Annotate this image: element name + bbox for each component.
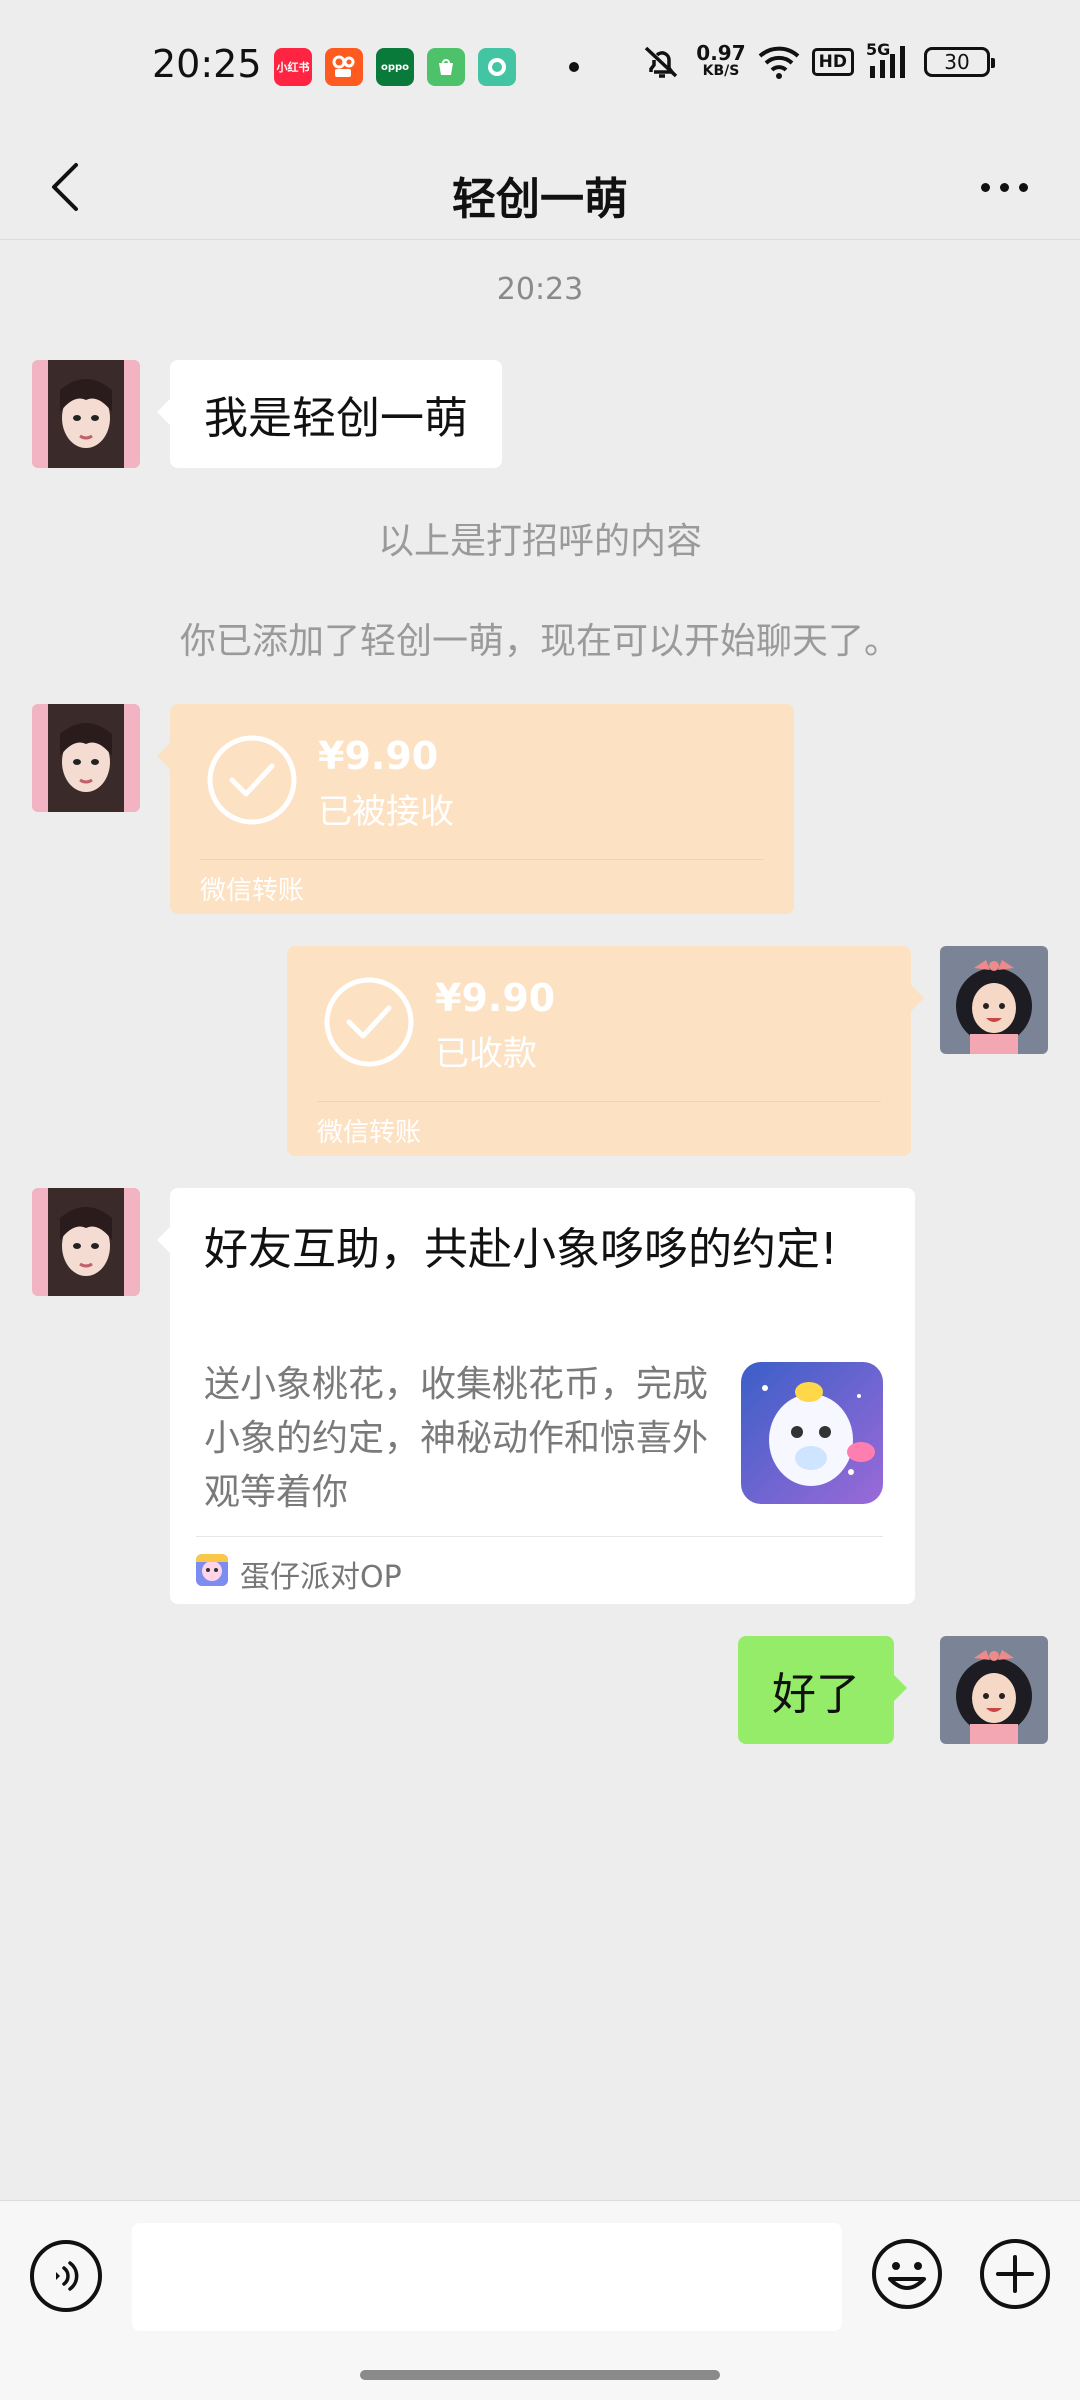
- transfer-amount: ¥9.90: [318, 734, 439, 778]
- battery-level: 30: [944, 50, 970, 74]
- voice-input-button[interactable]: [30, 2240, 102, 2312]
- my-avatar[interactable]: [940, 1636, 1048, 1744]
- kuaishou-icon: [325, 48, 363, 86]
- signal-icon: 5G: [866, 40, 912, 80]
- transfer-amount: ¥9.90: [435, 976, 556, 1020]
- transfer-source: 微信转账: [317, 1118, 422, 1148]
- xiaohongshu-icon: 小红书: [274, 48, 312, 86]
- bubble-tail: [157, 742, 171, 770]
- voice-icon: [56, 2261, 79, 2291]
- bubble-tail: [157, 1226, 171, 1254]
- card-title: 好友互助，共赴小象哆哆的约定!: [204, 1224, 838, 1275]
- wifi-icon: [758, 46, 800, 79]
- plus-icon: [980, 2239, 1050, 2309]
- message-text: 好了: [772, 1669, 860, 1720]
- network-speed: 0.97 KB/S: [696, 41, 746, 80]
- smiley-icon: [872, 2239, 942, 2309]
- status-bar: 20:25 小红书 oppo 0.97 KB/S HD 5G 30: [0, 0, 1080, 135]
- card-thumbnail: [741, 1362, 883, 1504]
- received-text-bubble[interactable]: 我是轻创一萌: [157, 360, 502, 468]
- card-divider: [317, 1101, 881, 1102]
- speed-unit: KB/S: [702, 63, 740, 79]
- transfer-source: 微信转账: [200, 876, 305, 906]
- sent-text-bubble[interactable]: 好了: [738, 1636, 907, 1744]
- status-time: 20:25: [152, 42, 262, 86]
- mini-program-icon: [196, 1554, 228, 1586]
- hd-badge: HD: [811, 48, 854, 76]
- card-divider: [196, 1536, 883, 1537]
- emoji-button[interactable]: [870, 2237, 944, 2311]
- chat-title: 轻创一萌: [452, 174, 628, 225]
- card-divider: [200, 859, 764, 860]
- check-circle-icon: [324, 977, 414, 1067]
- more-options-button[interactable]: [954, 147, 1054, 227]
- message-timestamp: 20:23: [496, 272, 584, 307]
- contact-avatar[interactable]: [32, 704, 140, 812]
- more-dot: [980, 182, 990, 192]
- more-dot: [1018, 182, 1028, 192]
- mute-icon: [645, 46, 678, 78]
- card-description: 送小象桃花，收集桃花币，完成小象的约定，神秘动作和惊喜外观等着你: [204, 1364, 709, 1513]
- bubble-tail: [893, 1674, 907, 1702]
- bubble-tail: [157, 398, 171, 426]
- store-icon: [427, 48, 465, 86]
- mini-program-share-card[interactable]: 好友互助，共赴小象哆哆的约定! 送小象桃花，收集桃花币，完成小象的约定，神秘动作…: [157, 1188, 915, 1604]
- battery-icon: 30: [924, 47, 995, 77]
- home-indicator[interactable]: [360, 2370, 720, 2380]
- more-functions-button[interactable]: [978, 2237, 1052, 2311]
- transfer-status: 已收款: [435, 1034, 537, 1074]
- more-dot: [999, 182, 1009, 192]
- transfer-card-sent[interactable]: ¥9.90 已收款 微信转账: [287, 946, 924, 1156]
- my-avatar[interactable]: [940, 946, 1048, 1054]
- bubble-tail: [910, 984, 924, 1012]
- message-text: 我是轻创一萌: [204, 393, 468, 444]
- oppo-icon: oppo: [376, 48, 414, 86]
- system-indicators: 0.97 KB/S HD 5G 30: [640, 40, 995, 82]
- system-note-friend-added: 你已添加了轻创一萌，现在可以开始聊天了。: [179, 621, 900, 662]
- contact-avatar[interactable]: [32, 1188, 140, 1296]
- notification-icons: 小红书 oppo: [274, 48, 579, 86]
- system-note-greeting: 以上是打招呼的内容: [377, 521, 702, 562]
- check-circle-icon: [207, 735, 297, 825]
- camera-app-icon: [478, 48, 516, 86]
- more-notifications-dot: [569, 62, 579, 72]
- speed-value: 0.97: [696, 41, 746, 65]
- transfer-card-received[interactable]: ¥9.90 已被接收 微信转账: [157, 704, 794, 914]
- transfer-status: 已被接收: [318, 792, 454, 832]
- contact-avatar[interactable]: [32, 360, 140, 468]
- chat-header: 轻创一萌: [0, 135, 1080, 240]
- mini-program-name: 蛋仔派对OP: [240, 1560, 402, 1595]
- message-input[interactable]: [132, 2223, 842, 2331]
